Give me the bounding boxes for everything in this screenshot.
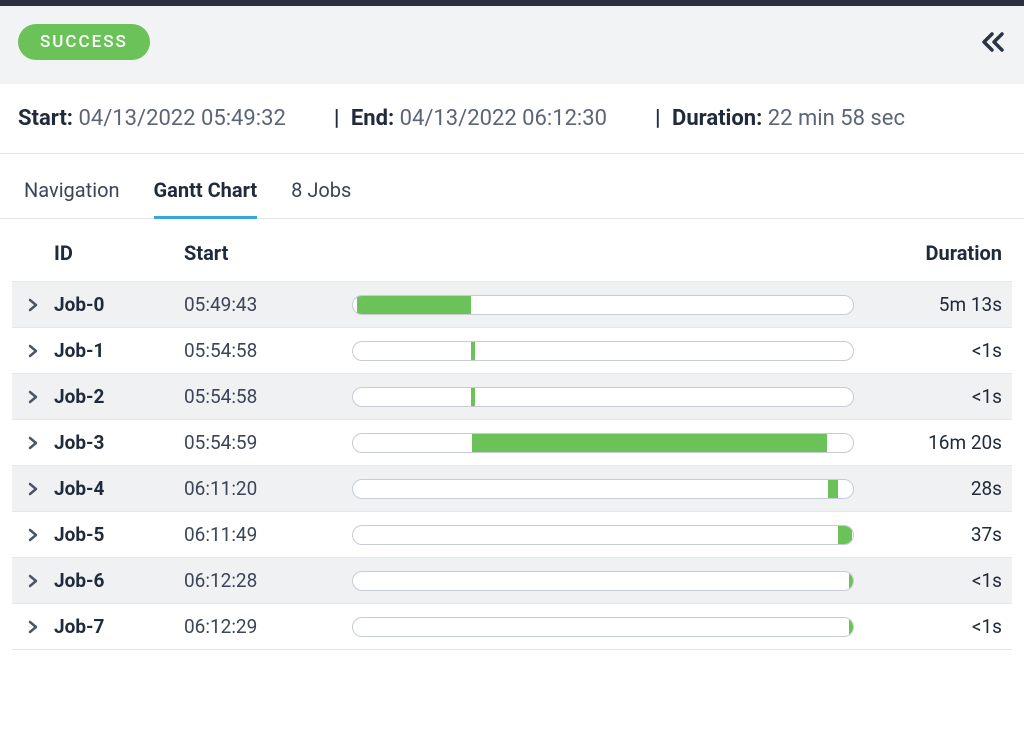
run-metadata-row: Start: 04/13/2022 05:49:32 | End: 04/13/… (0, 84, 1024, 154)
gantt-bar (849, 618, 853, 636)
gantt-cell (344, 433, 862, 453)
job-start-time: 06:11:49 (184, 523, 344, 546)
expand-row-icon[interactable] (12, 298, 54, 312)
tab-navigation[interactable]: Navigation (24, 178, 120, 218)
meta-duration-label: Duration: (672, 106, 762, 131)
job-duration: 28s (862, 477, 1012, 500)
job-duration: 5m 13s (862, 293, 1012, 316)
job-id: Job-6 (54, 569, 184, 592)
gantt-cell (344, 295, 862, 315)
job-id: Job-3 (54, 431, 184, 454)
status-badge: SUCCESS (18, 24, 150, 60)
gantt-track (352, 525, 854, 545)
meta-separator: | (655, 106, 661, 131)
expand-row-icon[interactable] (12, 620, 54, 634)
collapse-panel-icon[interactable] (980, 31, 1006, 53)
status-header: SUCCESS (0, 6, 1024, 84)
gantt-track (352, 341, 854, 361)
table-row: Job-105:54:58 <1s (12, 328, 1012, 374)
job-start-time: 05:54:58 (184, 385, 344, 408)
meta-start-value: 04/13/2022 05:49:32 (78, 106, 285, 131)
meta-end-value: 04/13/2022 06:12:30 (400, 106, 607, 131)
job-duration: <1s (862, 569, 1012, 592)
table-row: Job-205:54:58 <1s (12, 374, 1012, 420)
gantt-bar (849, 572, 853, 590)
table-row: Job-506:11:49 37s (12, 512, 1012, 558)
meta-separator: | (334, 106, 340, 131)
gantt-track (352, 479, 854, 499)
gantt-track (352, 433, 854, 453)
table-row: Job-305:54:59 16m 20s (12, 420, 1012, 466)
gantt-bar (828, 480, 838, 498)
gantt-bar (471, 342, 475, 360)
job-duration: <1s (862, 385, 1012, 408)
expand-row-icon[interactable] (12, 528, 54, 542)
job-id: Job-5 (54, 523, 184, 546)
gantt-cell (344, 571, 862, 591)
gantt-bar (471, 388, 475, 406)
job-start-time: 06:12:28 (184, 569, 344, 592)
gantt-track (352, 387, 854, 407)
job-id: Job-1 (54, 339, 184, 362)
gantt-bar (472, 434, 828, 452)
gantt-cell (344, 341, 862, 361)
gantt-bar (838, 526, 851, 544)
meta-end: | End: 04/13/2022 06:12:30 (334, 106, 607, 131)
meta-duration-value: 22 min 58 sec (768, 106, 905, 131)
gantt-table: ID Start Duration Job-005:49:435m 13sJob… (0, 219, 1024, 650)
job-id: Job-2 (54, 385, 184, 408)
job-start-time: 06:11:20 (184, 477, 344, 500)
gantt-cell (344, 617, 862, 637)
job-start-time: 05:54:59 (184, 431, 344, 454)
col-header-duration: Duration (862, 241, 1012, 265)
gantt-track (352, 571, 854, 591)
job-duration: <1s (862, 615, 1012, 638)
expand-row-icon[interactable] (12, 390, 54, 404)
table-row: Job-406:11:20 28s (12, 466, 1012, 512)
tab-gantt-chart[interactable]: Gantt Chart (154, 178, 258, 219)
gantt-bar (357, 296, 471, 314)
gantt-track (352, 617, 854, 637)
table-header-row: ID Start Duration (12, 219, 1012, 282)
col-header-start: Start (184, 241, 344, 265)
expand-row-icon[interactable] (12, 574, 54, 588)
tab-bar: Navigation Gantt Chart 8 Jobs (0, 154, 1024, 219)
job-start-time: 05:49:43 (184, 293, 344, 316)
job-duration: 37s (862, 523, 1012, 546)
tab-jobs[interactable]: 8 Jobs (291, 178, 351, 218)
meta-end-label: End: (351, 106, 394, 131)
job-start-time: 05:54:58 (184, 339, 344, 362)
col-header-id: ID (54, 241, 184, 265)
expand-row-icon[interactable] (12, 482, 54, 496)
table-row: Job-606:12:28 <1s (12, 558, 1012, 604)
job-duration: <1s (862, 339, 1012, 362)
meta-start: Start: 04/13/2022 05:49:32 (18, 106, 286, 131)
job-id: Job-7 (54, 615, 184, 638)
job-id: Job-0 (54, 293, 184, 316)
job-id: Job-4 (54, 477, 184, 500)
expand-row-icon[interactable] (12, 436, 54, 450)
job-duration: 16m 20s (862, 431, 1012, 454)
gantt-track (352, 295, 854, 315)
gantt-cell (344, 525, 862, 545)
job-start-time: 06:12:29 (184, 615, 344, 638)
meta-duration: | Duration: 22 min 58 sec (655, 106, 905, 131)
meta-start-label: Start: (18, 106, 73, 131)
table-row: Job-706:12:29 <1s (12, 604, 1012, 650)
table-row: Job-005:49:43 5m 13s (12, 282, 1012, 328)
expand-row-icon[interactable] (12, 344, 54, 358)
gantt-cell (344, 479, 862, 499)
gantt-cell (344, 387, 862, 407)
